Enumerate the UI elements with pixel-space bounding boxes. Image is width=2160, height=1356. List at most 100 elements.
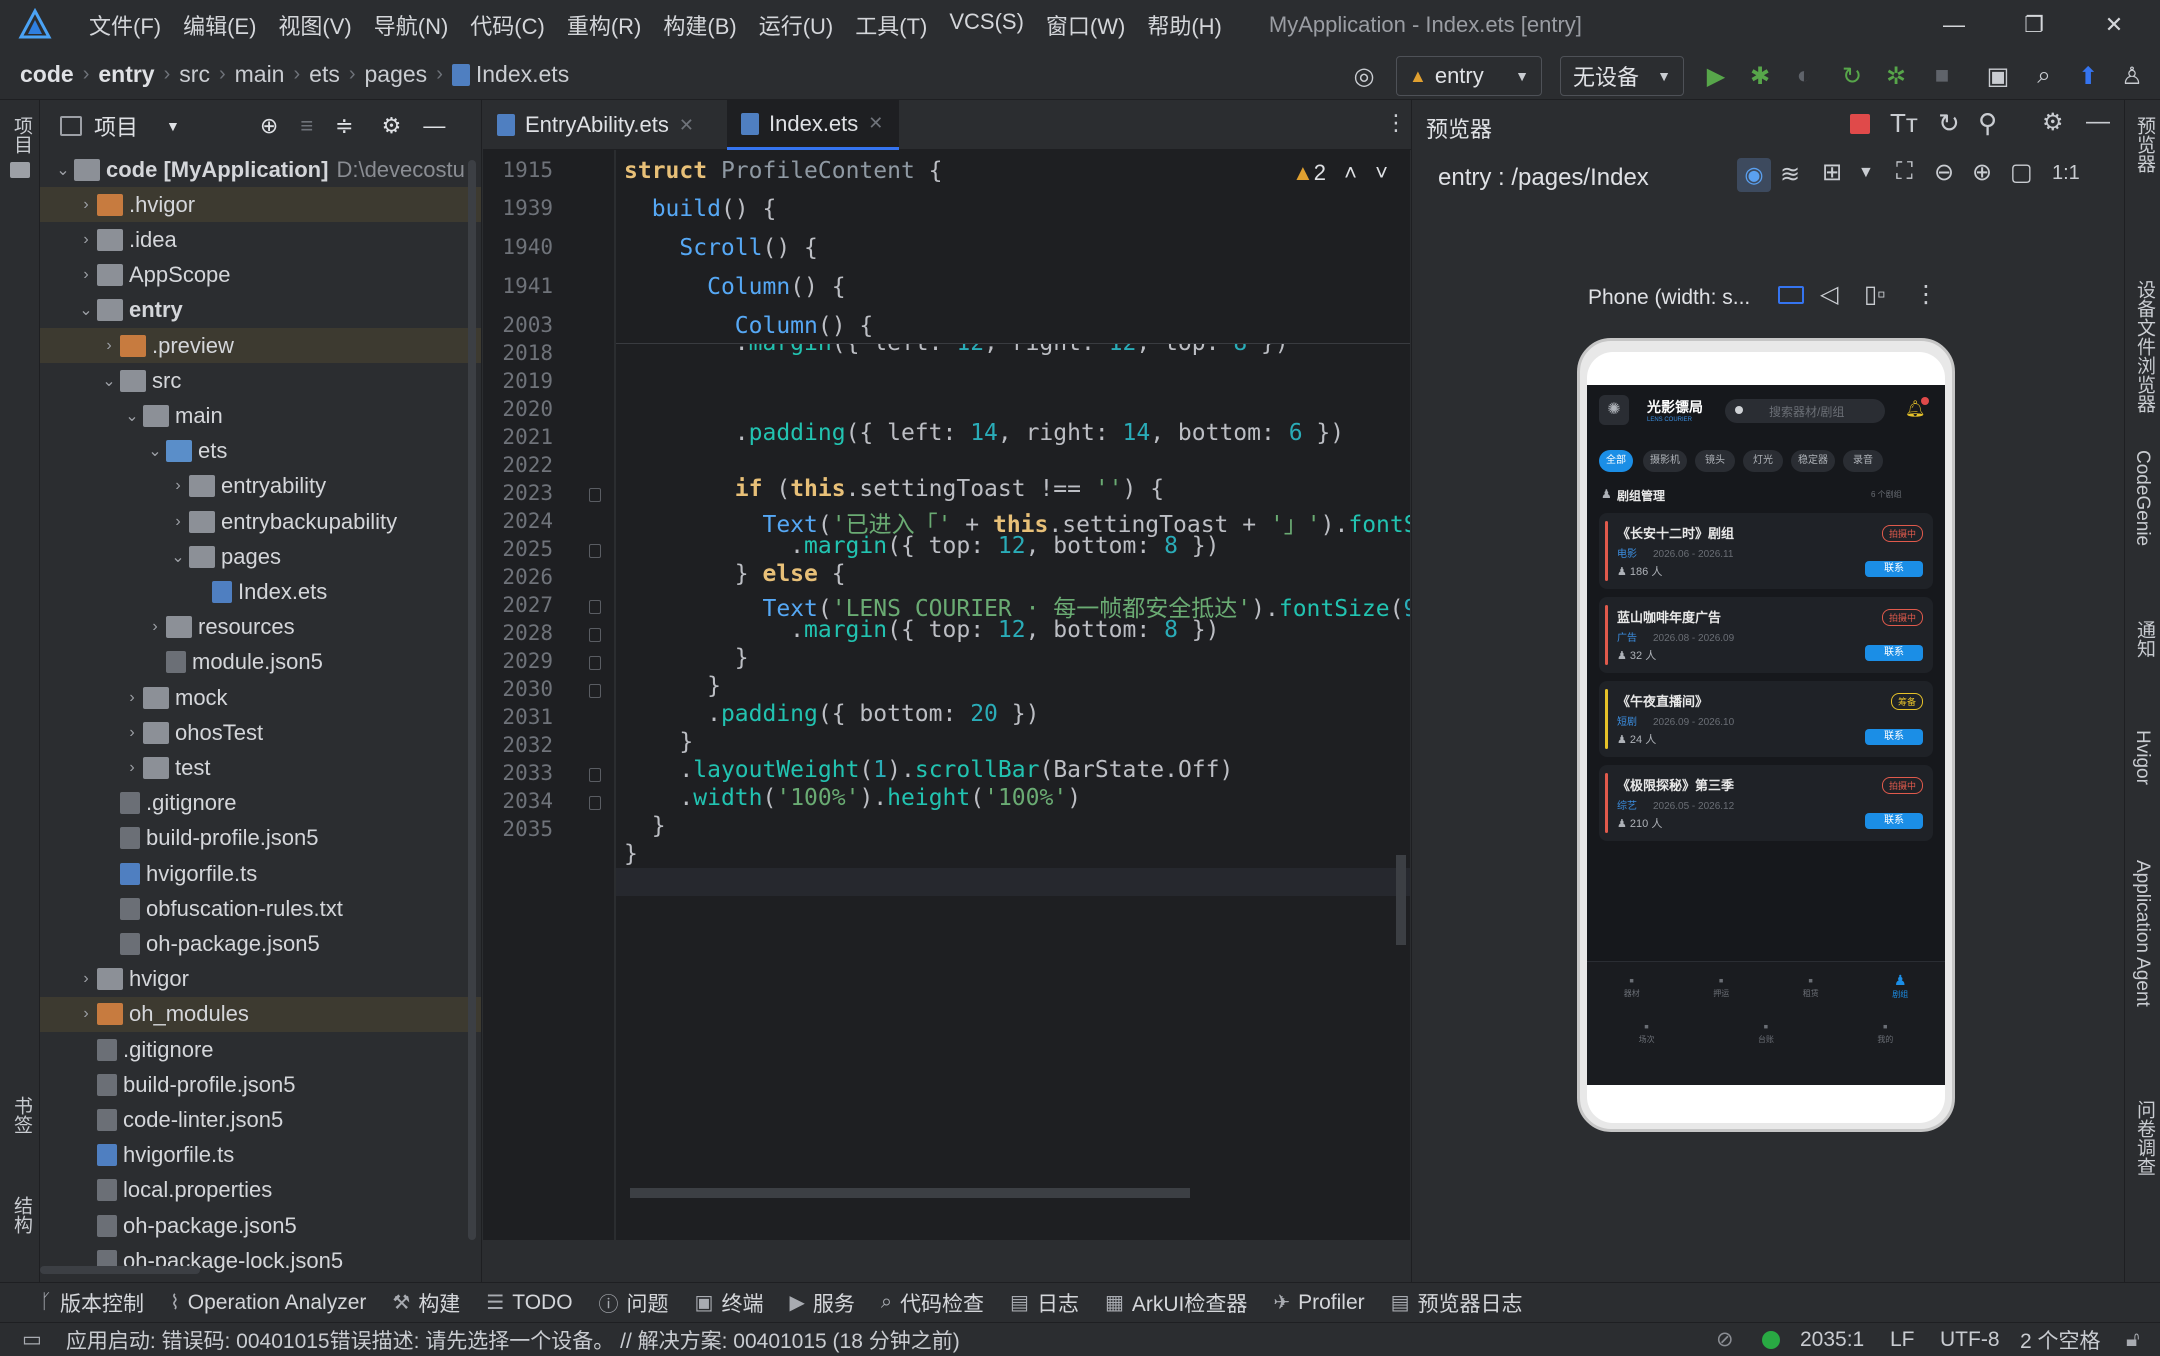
bottom-tool-2[interactable]: ⚒ 构建 (392, 1288, 460, 1318)
code-hscrollbar-track[interactable] (630, 1188, 1190, 1198)
fold-marker-icon[interactable] (589, 600, 601, 614)
chevron-right-icon[interactable]: › (167, 513, 189, 531)
app-tab[interactable]: ▪ 器材 (1587, 972, 1677, 999)
tree-row[interactable]: › .hvigor (40, 187, 481, 223)
bottom-tool-10[interactable]: ✈ Profiler (1273, 1290, 1364, 1315)
app-tab[interactable]: ▪ 场次 (1587, 1018, 1706, 1045)
menu-help[interactable]: 帮助(H) (1136, 9, 1233, 41)
hvigor-button[interactable]: Hvigor (2131, 730, 2153, 785)
app-tab[interactable]: ▪ 台账 (1706, 1018, 1825, 1045)
run-config-select[interactable]: ▲ entry ▼ (1396, 56, 1542, 96)
debug-icon[interactable]: ✱ (1744, 60, 1776, 92)
menu-tools[interactable]: 工具(T) (844, 9, 938, 41)
tree-row[interactable]: › .preview (40, 328, 481, 363)
chevron-down-icon[interactable]: ⌄ (121, 406, 143, 426)
application-agent-button[interactable]: Application Agent (2131, 860, 2153, 1007)
stop-preview-icon[interactable] (1850, 114, 1870, 134)
tree-row[interactable]: .gitignore (40, 786, 481, 821)
chevron-right-icon[interactable]: › (75, 231, 97, 249)
codegenie-button[interactable]: CodeGenie (2131, 450, 2153, 546)
crew-card[interactable]: 《长安十二时》剧组 电影 2026.06 - 2026.11 ♟ 186 人 拍摄中 联系 (1599, 513, 1933, 589)
tree-row[interactable]: ⌄ pages (40, 539, 481, 574)
tree-row[interactable]: › .idea (40, 222, 481, 257)
tab-index[interactable]: Index.ets ✕ (727, 100, 899, 150)
chevron-down-icon[interactable]: ˅ (1375, 160, 1388, 185)
app-tab[interactable]: ▪ 我的 (1826, 1018, 1945, 1045)
tree-row[interactable]: › entrybackupability (40, 504, 481, 539)
expand-all-icon[interactable]: ≡ (300, 113, 313, 139)
crumb-ets[interactable]: ets (309, 61, 340, 88)
tree-row[interactable]: › ohosTest (40, 715, 481, 750)
crumb-src[interactable]: src (179, 61, 210, 88)
chevron-right-icon[interactable]: › (121, 759, 143, 777)
tree-row[interactable]: local.properties (40, 1173, 481, 1208)
tree-row[interactable]: hvigorfile.ts (40, 856, 481, 891)
one-to-one-icon[interactable]: 1:1 (2052, 162, 2080, 185)
device-icon[interactable] (1778, 286, 1804, 304)
tree-scrollbar[interactable] (468, 160, 476, 1240)
refresh-icon[interactable]: ↻ (1938, 108, 1960, 139)
chevron-down-icon[interactable]: ⌄ (98, 371, 120, 391)
attach-debugger-icon[interactable]: ◐ (1788, 60, 1820, 92)
tree-row[interactable]: ⌄ main (40, 398, 481, 433)
indent-setting[interactable]: 2 个空格 (2020, 1325, 2101, 1355)
menu-window[interactable]: 窗口(W) (1035, 9, 1136, 41)
chevron-down-icon[interactable]: ⌄ (144, 441, 166, 461)
contact-button[interactable]: 联系 (1865, 813, 1923, 829)
tree-row[interactable]: oh-package.json5 (40, 926, 481, 961)
notifications-button[interactable]: 通知 (2131, 620, 2158, 658)
app-tab[interactable]: ▪ 租赁 (1766, 972, 1856, 999)
bookmarks-tool-button[interactable]: 书签 (8, 1096, 35, 1134)
font-size-icon[interactable]: Tт (1890, 108, 1918, 139)
tab-entryability[interactable]: EntryAbility.ets ✕ (483, 100, 723, 150)
target-icon[interactable]: ◎ (1348, 60, 1380, 92)
bottom-tool-0[interactable]: ᚴ 版本控制 (40, 1288, 144, 1318)
zoom-in-icon[interactable]: ⊕ (1972, 158, 1992, 187)
menu-navigate[interactable]: 导航(N) (363, 9, 460, 41)
lock-icon[interactable]: 🔓︎ (2126, 1328, 2140, 1352)
tree-row[interactable]: › oh_modules (40, 996, 481, 1032)
rotate-icon[interactable]: ◁ (1820, 280, 1838, 309)
chevron-right-icon[interactable]: › (167, 477, 189, 495)
chevron-down-icon[interactable]: ⌄ (167, 547, 189, 567)
tree-row[interactable]: build-profile.json5 (40, 1067, 481, 1102)
caret-position[interactable]: 2035:1 (1800, 1328, 1864, 1352)
menu-build[interactable]: 构建(B) (652, 9, 747, 41)
gear-icon[interactable]: ⚙ (2042, 108, 2064, 137)
chevron-right-icon[interactable]: › (98, 337, 120, 355)
chevron-right-icon[interactable]: › (75, 196, 97, 214)
crew-card[interactable]: 《午夜直播间》 短剧 2026.09 - 2026.10 ♟ 24 人 筹备 联系 (1599, 681, 1933, 757)
chevron-down-icon[interactable]: ▼ (1858, 164, 1874, 182)
device-select[interactable]: 无设备 ▼ (1560, 56, 1684, 96)
fold-marker-icon[interactable] (589, 488, 601, 502)
chevron-down-icon[interactable]: ▼ (166, 118, 180, 134)
grid-icon[interactable]: ⊞ (1822, 158, 1842, 187)
bottom-tool-4[interactable]: ⓘ 问题 (599, 1288, 669, 1318)
tree-row[interactable]: › resources (40, 610, 481, 645)
account-icon[interactable]: ♙ (2116, 60, 2148, 92)
crumb-pages[interactable]: pages (365, 61, 428, 88)
crumb-index-ets[interactable]: Index.ets (476, 61, 569, 88)
close-icon[interactable]: ✕ (679, 115, 694, 136)
bottom-tool-1[interactable]: ⌇ Operation Analyzer (170, 1290, 366, 1315)
tree-hscrollbar[interactable] (40, 1266, 200, 1274)
bottom-tool-9[interactable]: ▦ ArkUI检查器 (1105, 1288, 1247, 1318)
crew-card[interactable]: 蓝山咖啡年度广告 广告 2026.08 - 2026.09 ♟ 32 人 拍摄中 联系 (1599, 597, 1933, 673)
code-editor[interactable]: struct ProfileContent { build() { Scroll… (616, 150, 1410, 1240)
tree-row[interactable]: › AppScope (40, 258, 481, 293)
menu-file[interactable]: 文件(F) (78, 9, 172, 41)
crew-card[interactable]: 《极限探秘》第三季 综艺 2026.05 - 2026.12 ♟ 210 人 拍摄中 联系 (1599, 765, 1933, 841)
crumb-entry[interactable]: entry (98, 61, 154, 88)
apply-changes-icon[interactable]: ↻ (1836, 60, 1868, 92)
multi-device-icon[interactable]: ▯▫ (1864, 280, 1886, 309)
line-separator[interactable]: LF (1890, 1328, 1915, 1352)
tree-row[interactable]: oh-package.json5 (40, 1208, 481, 1243)
minimize-button[interactable]: — (1914, 0, 1994, 50)
crumb-main[interactable]: main (235, 61, 285, 88)
app-tab[interactable]: ♟ 剧组 (1856, 972, 1946, 1000)
close-icon[interactable]: ✕ (868, 113, 883, 134)
bottom-tool-8[interactable]: ▤ 日志 (1010, 1288, 1079, 1318)
bottom-tool-3[interactable]: ☰ TODO (486, 1290, 572, 1315)
gear-icon[interactable]: ⚙ (382, 113, 402, 139)
layers-icon[interactable]: ≋ (1780, 160, 1800, 189)
